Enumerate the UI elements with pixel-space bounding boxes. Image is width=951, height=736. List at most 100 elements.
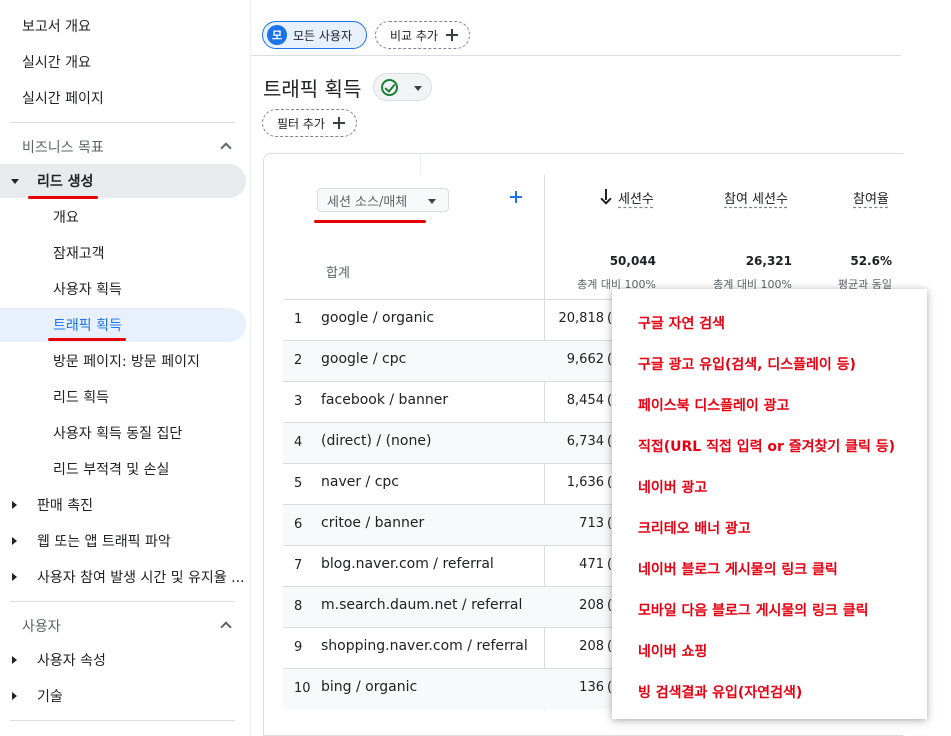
annotation-line: 모바일 다음 블로그 게시물의 링크 클릭 [638,603,869,619]
total-label: 합계 [326,266,350,281]
caret-right-icon [12,692,17,700]
row-index: 7 [294,558,303,573]
caret-down-icon [428,199,436,204]
add-filter-button[interactable]: 필터 추가 [262,109,357,137]
row-index: 6 [294,517,303,532]
add-comparison-button[interactable]: 비교 추가 [375,21,470,49]
row-sessions: 20,818 [558,311,605,326]
avatar: 모 [267,25,287,45]
sidebar-item-realtime-overview[interactable]: 실시간 개요 [0,45,246,79]
add-filter-label: 필터 추가 [277,116,325,131]
sort-descending-icon[interactable] [600,188,612,204]
row-sessions: 9,662 [566,352,604,367]
annotation-line: 구글 자연 검색 [638,316,726,332]
sidebar-item-label: 실시간 개요 [22,55,91,71]
sidebar-item-audience[interactable]: 잠재고객 [0,236,246,270]
row-source-medium: shopping.naver.com / referral [321,638,528,654]
sidebar-group-sales[interactable]: 판매 촉진 [0,488,246,522]
row-index: 5 [294,476,303,491]
annotation-line: 직접(URL 직접 입력 or 즐겨찾기 클릭 등) [638,439,896,455]
sidebar-item-label: 보고서 개요 [22,19,91,35]
sidebar-group-label: 기술 [37,689,63,705]
sidebar-item-landing-page[interactable]: 방문 페이지: 방문 페이지 [0,344,246,378]
sidebar-group-label: 판매 촉진 [37,498,93,514]
row-index: 2 [294,353,303,368]
sidebar-divider [10,601,235,602]
caret-right-icon [12,656,17,664]
sidebar-group-engagement[interactable]: 사용자 참여 발생 시간 및 유지율 ... [0,560,246,594]
sidebar-item-label: 리드 획득 [53,390,109,406]
sidebar-divider [10,720,235,721]
total-engaged-sessions: 26,321 [745,254,792,268]
sidebar-group-lead[interactable]: 리드 생성 [0,164,246,198]
add-dimension-icon[interactable] [510,191,522,203]
sidebar: 보고서 개요 실시간 개요 실시간 페이지 비즈니스 목표 리드 생성 개요 잠… [0,0,250,736]
section-title-user: 사용자 [22,619,61,635]
column-divider [420,153,421,175]
sidebar-item-user-acquisition[interactable]: 사용자 획득 [0,272,246,306]
sidebar-item-realtime-pages[interactable]: 실시간 페이지 [0,81,246,115]
row-source-medium: bing / organic [321,679,418,695]
sidebar-item-report-overview[interactable]: 보고서 개요 [0,9,246,43]
sidebar-item-label: 리드 부적격 및 손실 [53,462,170,478]
caret-right-icon [12,501,17,509]
chevron-up-icon[interactable] [220,142,232,154]
annotation-line: 네이버 광고 [638,480,708,496]
sidebar-border [250,0,251,736]
caret-right-icon [12,537,17,545]
annotation-line: 크리테오 배너 광고 [638,521,751,537]
sidebar-item-label: 사용자 획득 [53,282,122,298]
annotation-line: 네이버 블로그 게시물의 링크 클릭 [638,562,838,578]
row-source-medium: critoe / banner [321,515,425,531]
annotation-callout: 구글 자연 검색 구글 광고 유입(검색, 디스플레이 등) 페이스북 디스플레… [612,289,927,719]
row-sessions: 713 [579,516,604,531]
row-sessions: 136 [579,680,604,695]
highlight-underline [314,220,426,223]
sidebar-item-traffic-acquisition[interactable]: 트래픽 획득 [0,308,246,342]
report-status-dropdown[interactable] [373,73,432,101]
metric-header-engaged-sessions[interactable]: 참여 세션수 [724,188,788,207]
row-source-medium: google / organic [321,310,435,326]
annotation-line: 네이버 쇼핑 [638,644,708,660]
row-index: 4 [294,435,303,450]
row-sessions: 8,454 [566,393,604,408]
row-index: 1 [294,312,303,327]
caret-right-icon [12,573,17,581]
row-sessions: 1,636 [566,475,604,490]
metric-header-engagement-rate[interactable]: 참여율 [853,188,889,207]
sidebar-item-lead-disqualification[interactable]: 리드 부적격 및 손실 [0,452,246,486]
metric-header-sessions[interactable]: 세션수 [618,188,654,207]
row-index: 9 [294,640,303,655]
row-source-medium: naver / cpc [321,474,400,490]
sidebar-group-tech[interactable]: 기술 [0,679,246,713]
sidebar-group-user-attributes[interactable]: 사용자 속성 [0,643,246,677]
row-source-medium: blog.naver.com / referral [321,556,494,572]
row-source-medium: m.search.daum.net / referral [321,597,523,613]
row-sessions: 471 [579,557,604,572]
check-circle-icon [381,79,398,96]
total-engagement-rate: 52.6% [850,254,892,268]
row-source-medium: facebook / banner [321,392,449,408]
sidebar-item-overview[interactable]: 개요 [0,200,246,234]
sidebar-item-label: 사용자 획득 동질 집단 [53,426,183,442]
segment-chip-label: 모든 사용자 [293,28,353,43]
dimension-select-value: 세션 소스/매체 [327,194,408,210]
sidebar-item-label: 실시간 페이지 [22,91,104,107]
total-sessions: 50,044 [609,254,656,268]
row-source-medium: google / cpc [321,351,407,367]
sidebar-item-user-cohort[interactable]: 사용자 획득 동질 집단 [0,416,246,450]
sidebar-group-label: 웹 또는 앱 트래픽 파악 [37,534,171,550]
segment-chip[interactable]: 모 모든 사용자 [262,21,367,49]
row-index: 8 [294,599,303,614]
dimension-select[interactable]: 세션 소스/매체 [317,188,449,212]
annotation-line: 페이스북 디스플레이 광고 [638,398,790,414]
row-index: 3 [294,394,303,409]
page-title: 트래픽 획득 [263,77,362,101]
plus-icon [445,29,458,41]
sidebar-item-lead-acquisition[interactable]: 리드 획득 [0,380,246,414]
row-index: 10 [294,681,311,696]
sidebar-group-web-traffic[interactable]: 웹 또는 앱 트래픽 파악 [0,524,246,558]
chevron-up-icon[interactable] [220,621,232,633]
plus-icon [332,117,345,129]
row-sessions: 6,734 [566,434,604,449]
